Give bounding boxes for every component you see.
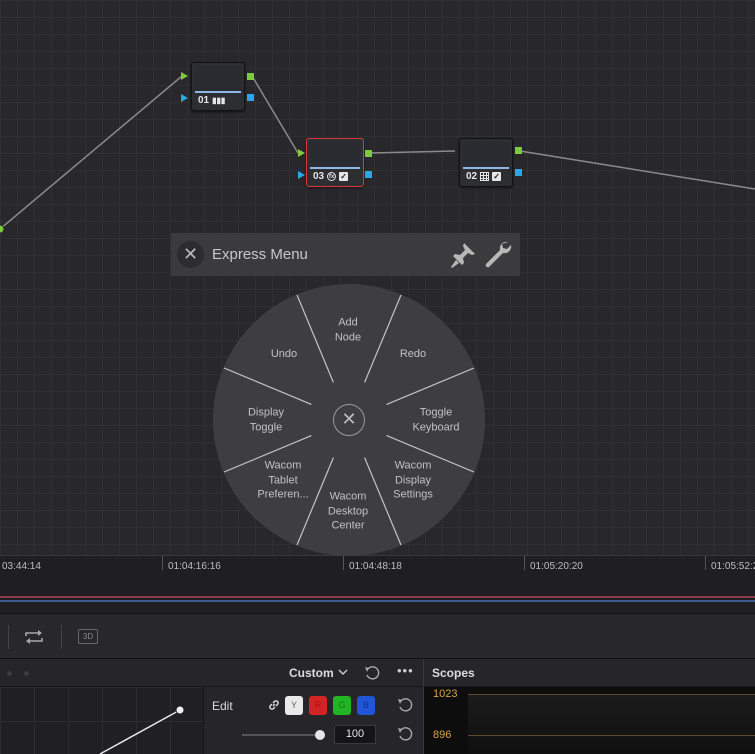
node-editor[interactable]: 01 ▮▮▮ 03 fx ✓ 02 ✓ ✕ Express Menu Add N… <box>0 0 755 555</box>
node-03-key-output-port[interactable] <box>365 171 372 178</box>
link-icon[interactable] <box>268 699 280 711</box>
panel-dot <box>24 671 29 676</box>
scope-scale-label: 1023 <box>433 688 458 700</box>
express-menu-header: ✕ Express Menu <box>171 233 520 276</box>
loop-icon[interactable] <box>23 628 45 646</box>
timeline-tick <box>524 556 525 570</box>
reset-icon[interactable] <box>397 726 413 742</box>
toolbar-divider <box>61 625 62 649</box>
node-01[interactable]: 01 ▮▮▮ <box>191 62 245 111</box>
check-icon: ✓ <box>492 172 502 181</box>
node-03-output-port[interactable] <box>365 150 372 157</box>
node-bar <box>195 91 241 93</box>
reset-icon[interactable] <box>364 665 380 681</box>
menu-item-redo[interactable]: Redo <box>373 347 453 362</box>
close-icon[interactable]: ✕ <box>177 241 204 268</box>
node-02-output-port[interactable] <box>515 147 522 154</box>
radial-menu: Add Node Redo Toggle Keyboard Wacom Disp… <box>213 284 485 555</box>
intensity-slider-track[interactable] <box>242 734 320 736</box>
timecode-label: 01:04:16:16 <box>168 561 221 572</box>
timeline-tick <box>343 556 344 570</box>
menu-item-toggle-keyboard[interactable]: Toggle Keyboard <box>396 406 476 435</box>
timeline-tick <box>705 556 706 570</box>
scope-gridline <box>468 735 755 736</box>
curves-mode-dropdown[interactable]: Custom <box>289 666 334 680</box>
wrench-icon[interactable] <box>482 239 514 271</box>
video-track-line <box>0 596 755 598</box>
menu-item-display-toggle[interactable]: Display Toggle <box>226 406 306 435</box>
node-02-key-output-port[interactable] <box>515 169 522 176</box>
chevron-down-icon[interactable] <box>338 668 348 676</box>
intensity-value-field[interactable]: 100 <box>334 725 376 744</box>
node-thumbnail <box>463 142 509 168</box>
timeline-tick <box>162 556 163 570</box>
fx-icon: fx <box>327 172 337 181</box>
3d-button[interactable]: 3D <box>78 629 98 644</box>
more-options-icon[interactable]: ••• <box>397 663 414 678</box>
timecode-label: 03:44:14 <box>2 561 41 572</box>
scopes-title: Scopes <box>432 666 475 680</box>
viewer-toolbar: 3D <box>0 613 755 659</box>
channel-b-button[interactable]: B <box>357 696 375 715</box>
node-01-key-output-port[interactable] <box>247 94 254 101</box>
channel-r-button[interactable]: R <box>309 696 327 715</box>
curves-header: Custom ••• <box>0 659 423 687</box>
node-03[interactable]: 03 fx ✓ <box>306 138 364 187</box>
timecode-label: 01:05:20:20 <box>530 561 583 572</box>
node-bar <box>463 167 509 169</box>
curve-line <box>99 705 185 754</box>
reset-icon[interactable] <box>397 697 413 713</box>
node-label: 03 <box>313 171 325 182</box>
radial-close-icon[interactable]: ✕ <box>333 404 365 436</box>
grid-icon <box>480 172 490 181</box>
node-01-input-port[interactable] <box>181 72 188 80</box>
audio-track-line <box>0 600 755 602</box>
node-03-key-input-port[interactable] <box>298 171 305 179</box>
node-thumbnail <box>195 66 241 92</box>
node-label: 02 <box>466 171 478 182</box>
node-thumbnail <box>310 142 360 168</box>
scopes-panel: Scopes 1023 896 <box>423 659 755 754</box>
menu-item-add-node[interactable]: Add Node <box>308 316 388 345</box>
toolbar-divider <box>8 625 9 649</box>
node-label: 01 <box>198 95 210 106</box>
pin-icon[interactable] <box>447 239 479 271</box>
node-bar <box>310 167 360 169</box>
scope-gridline <box>468 694 755 695</box>
timeline-ruler[interactable]: 03:44:14 01:04:16:16 01:04:48:18 01:05:2… <box>0 555 755 613</box>
histogram-icon: ▮▮▮ <box>212 96 226 105</box>
timecode-label: 01:04:48:18 <box>349 561 402 572</box>
waveform-trace <box>468 695 755 754</box>
scope-scale-label: 896 <box>433 729 452 741</box>
node-01-key-input-port[interactable] <box>181 94 188 102</box>
check-icon: ✓ <box>339 172 349 181</box>
menu-item-undo[interactable]: Undo <box>244 347 324 362</box>
timecode-label: 01:05:52:2 <box>711 561 755 572</box>
curve-graph[interactable] <box>0 687 204 754</box>
intensity-slider-handle[interactable] <box>315 730 325 740</box>
channel-y-button[interactable]: Y <box>285 696 303 715</box>
node-01-output-port[interactable] <box>247 73 254 80</box>
node-02[interactable]: 02 ✓ <box>459 138 513 187</box>
express-menu-title: Express Menu <box>212 246 308 263</box>
menu-item-wacom-tablet-preferences[interactable]: Wacom Tablet Preferen... <box>243 458 323 502</box>
edit-label: Edit <box>212 699 233 713</box>
channel-g-button[interactable]: G <box>333 696 351 715</box>
scopes-header: Scopes <box>424 659 755 687</box>
curves-panel: Custom ••• Edit Y R G B 100 <box>0 659 423 754</box>
node-03-input-port[interactable] <box>298 149 305 157</box>
panel-dot <box>7 671 12 676</box>
